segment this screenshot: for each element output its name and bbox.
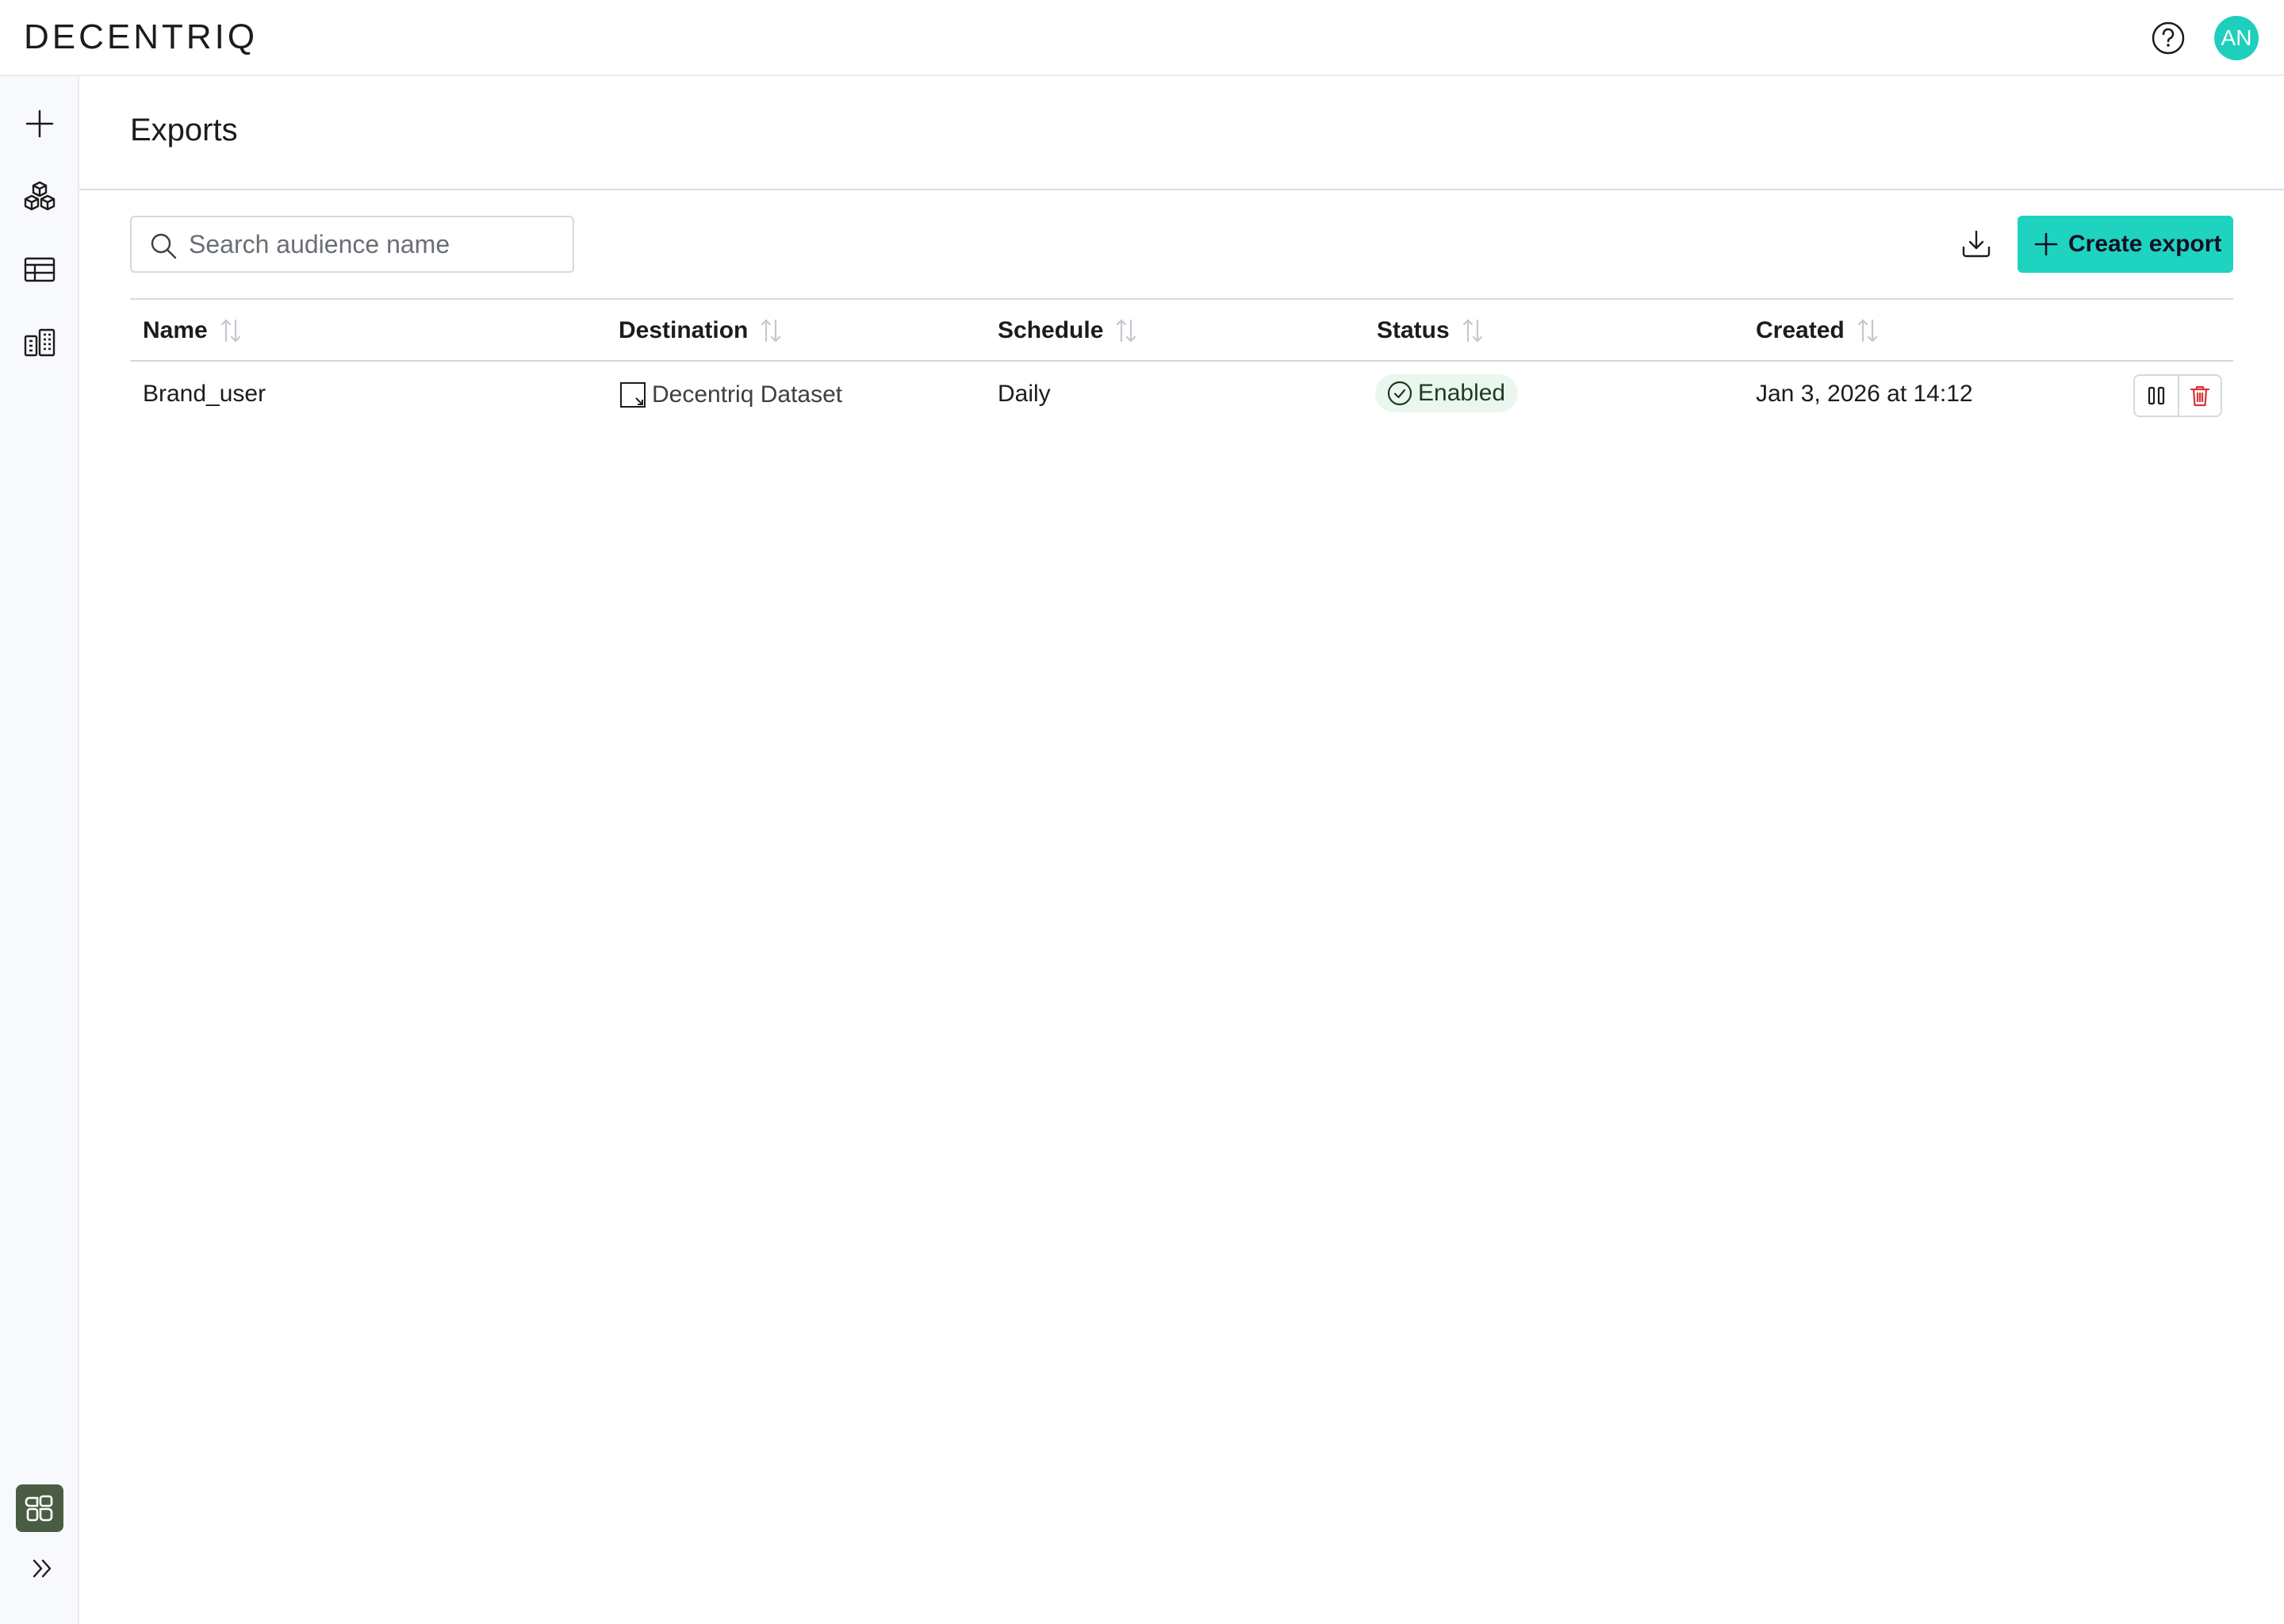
- download-icon[interactable]: [1959, 227, 1994, 262]
- table-header: Name Destination Schedule Status Created: [130, 298, 2233, 362]
- pause-button[interactable]: [2135, 376, 2178, 416]
- search-icon: [151, 233, 177, 259]
- sort-icon[interactable]: [219, 317, 243, 344]
- destination-label: Decentriq Dataset: [652, 381, 843, 408]
- column-label: Created: [1756, 317, 1845, 343]
- user-avatar[interactable]: AN: [2214, 16, 2259, 60]
- plus-icon: [2034, 232, 2058, 256]
- pause-icon: [2148, 386, 2165, 405]
- dataset-icon: [620, 382, 646, 408]
- column-label: Schedule: [998, 317, 1104, 343]
- table-icon[interactable]: [21, 251, 59, 289]
- plus-icon[interactable]: [21, 105, 59, 143]
- status-badge: Enabled: [1375, 374, 1519, 412]
- column-header-created[interactable]: Created: [1756, 317, 1880, 344]
- sort-icon[interactable]: [1114, 317, 1138, 344]
- chevrons-right-icon[interactable]: [27, 1553, 59, 1584]
- status-label: Enabled: [1418, 380, 1506, 406]
- search-input[interactable]: [189, 227, 561, 262]
- row-actions: [2133, 374, 2222, 417]
- cell-created: Jan 3, 2026 at 14:12: [1756, 381, 1973, 407]
- sidebar: [0, 76, 79, 1624]
- cell-schedule: Daily: [998, 381, 1051, 407]
- column-label: Status: [1377, 317, 1450, 343]
- page-header: Exports: [79, 76, 2284, 190]
- app-logo[interactable]: DECENTRIQ: [24, 17, 258, 57]
- sort-icon[interactable]: [1461, 317, 1485, 344]
- page-title: Exports: [130, 113, 238, 147]
- check-circle-icon: [1387, 381, 1412, 406]
- column-header-destination[interactable]: Destination: [619, 317, 783, 344]
- sort-icon[interactable]: [1856, 317, 1880, 344]
- sort-icon[interactable]: [759, 317, 783, 344]
- exports-table: Name Destination Schedule Status Created…: [130, 298, 2233, 427]
- column-header-schedule[interactable]: Schedule: [998, 317, 1138, 344]
- create-export-button[interactable]: Create export: [2018, 216, 2233, 273]
- cell-name: Brand_user: [143, 381, 266, 407]
- trash-icon: [2190, 385, 2210, 407]
- column-header-status[interactable]: Status: [1377, 317, 1485, 344]
- apps-grid-icon[interactable]: [16, 1484, 63, 1532]
- cubes-icon[interactable]: [21, 178, 59, 216]
- top-bar: DECENTRIQ AN: [0, 0, 2284, 76]
- help-icon[interactable]: [2151, 21, 2186, 56]
- column-label: Name: [143, 317, 208, 343]
- column-label: Destination: [619, 317, 749, 343]
- column-header-name[interactable]: Name: [143, 317, 243, 344]
- table-row[interactable]: Brand_user Decentriq Dataset Daily Enabl…: [130, 362, 2233, 427]
- cell-destination: Decentriq Dataset: [619, 381, 842, 409]
- create-export-label: Create export: [2068, 231, 2222, 257]
- delete-button[interactable]: [2177, 376, 2221, 416]
- buildings-icon[interactable]: [21, 324, 59, 362]
- search-field[interactable]: [130, 216, 574, 273]
